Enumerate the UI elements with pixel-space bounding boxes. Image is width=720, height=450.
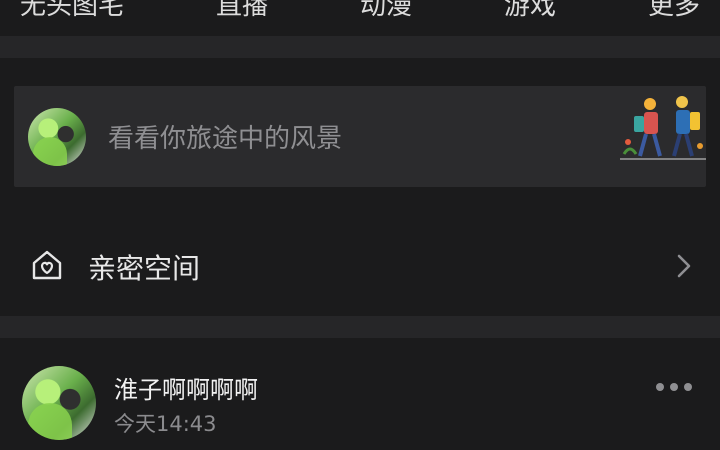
story-prompt-card[interactable]: 看看你旅途中的风景 xyxy=(14,86,706,187)
story-prompt-text: 看看你旅途中的风景 xyxy=(108,124,343,154)
post-header: 淮子啊啊啊啊 今天14:43 xyxy=(0,360,720,450)
more-dots-icon[interactable] xyxy=(656,380,692,394)
author-name[interactable]: 淮子啊啊啊啊 xyxy=(114,370,258,405)
heart-home-icon xyxy=(32,250,62,280)
intimate-space-row[interactable]: 亲密空间 xyxy=(0,233,720,299)
dot xyxy=(684,383,692,391)
dot xyxy=(656,383,664,391)
post-time: 今天14:43 xyxy=(114,412,217,436)
section-divider xyxy=(0,316,720,338)
top-nav-item-5[interactable]: 更多 xyxy=(648,0,700,22)
top-nav: 无头图宅 直播 动漫 游戏 更多 xyxy=(0,0,720,28)
intimate-space-label: 亲密空间 xyxy=(88,252,201,285)
author-avatar[interactable] xyxy=(22,366,96,440)
avatar[interactable] xyxy=(28,107,86,166)
section-divider xyxy=(0,36,720,58)
chevron-right-icon xyxy=(677,254,691,278)
top-nav-item-2[interactable]: 直播 xyxy=(216,0,268,22)
top-nav-item-1[interactable]: 无头图宅 xyxy=(20,0,124,22)
dot xyxy=(670,383,678,391)
top-nav-item-3[interactable]: 动漫 xyxy=(360,0,412,22)
top-nav-item-4[interactable]: 游戏 xyxy=(504,0,556,22)
travel-illustration-icon xyxy=(620,96,706,160)
